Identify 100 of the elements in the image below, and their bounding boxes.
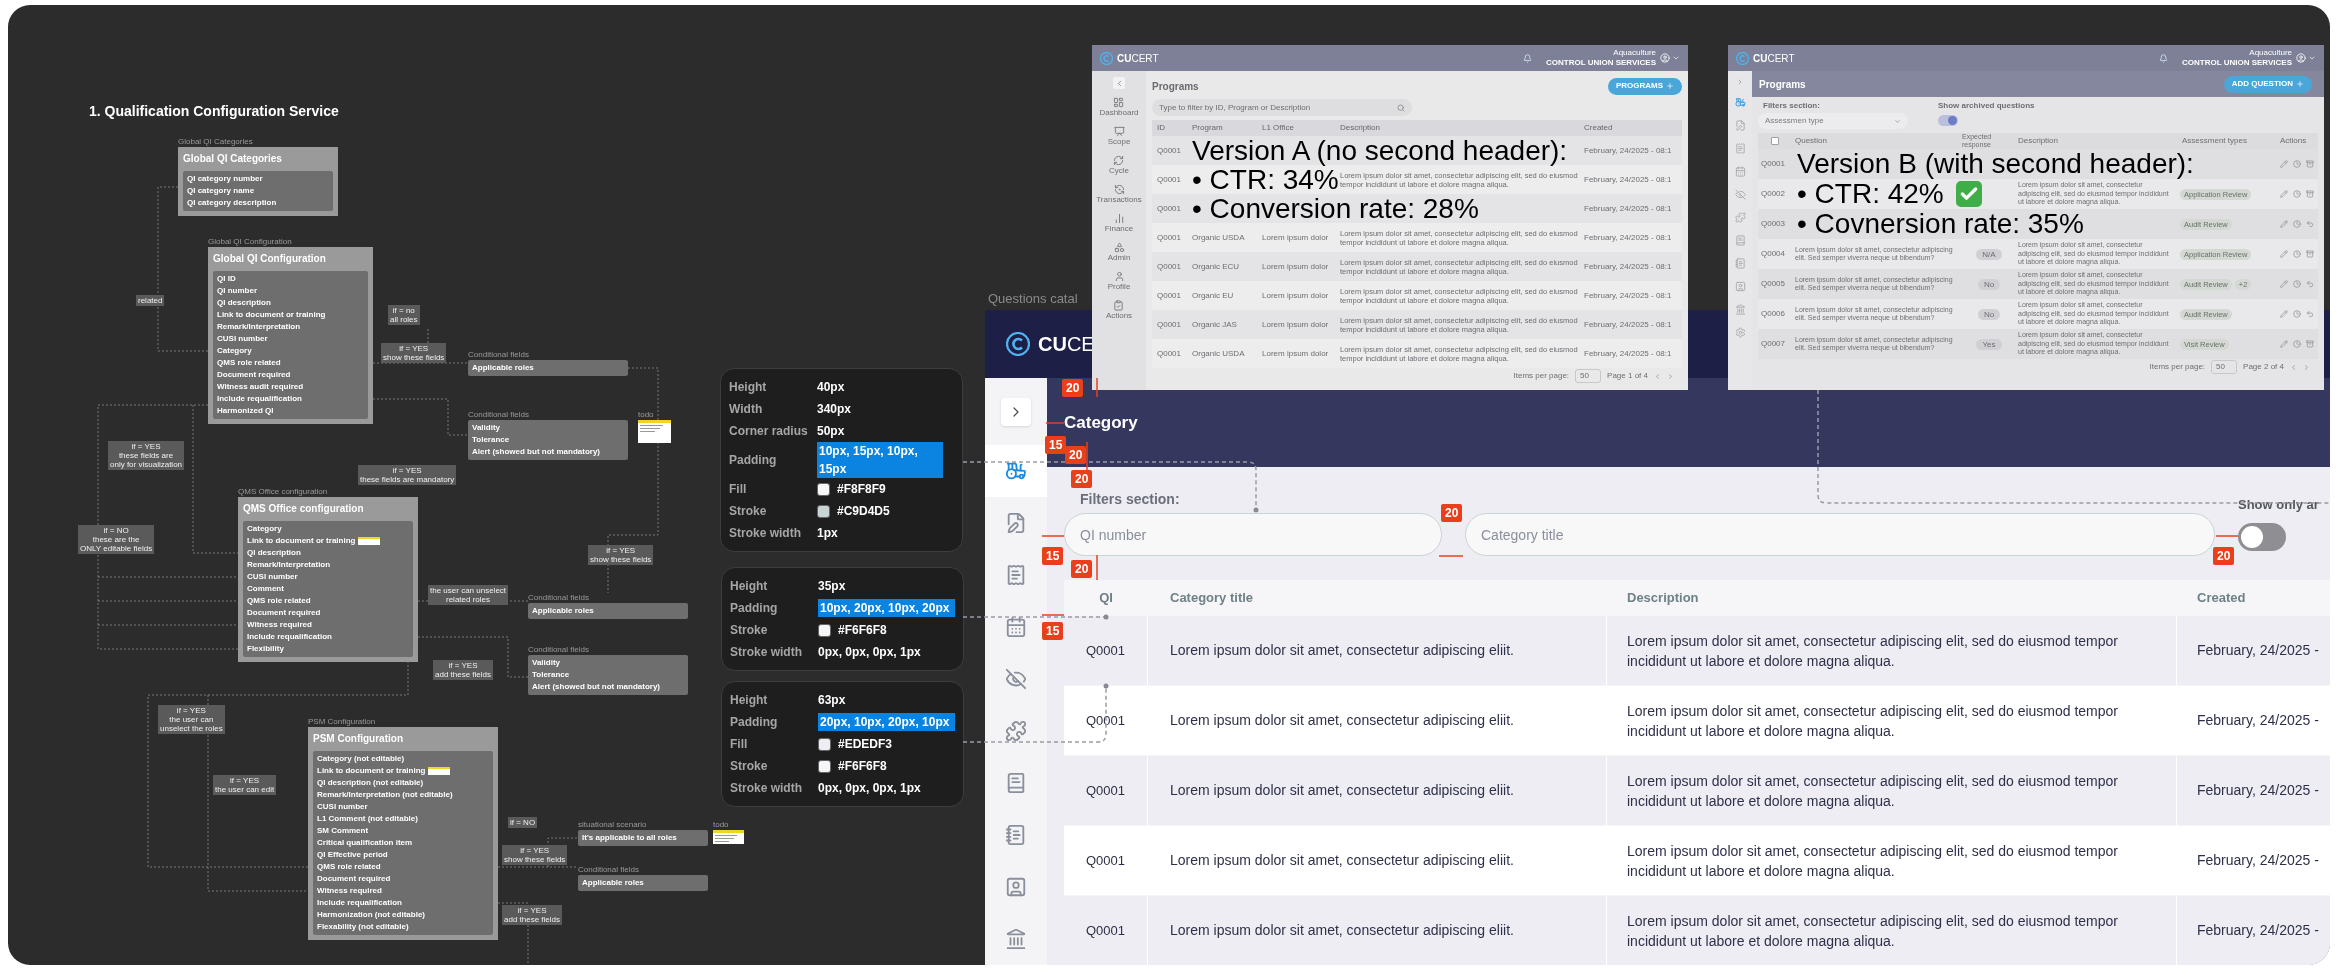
table-cell: February, 24/2025 - 08:1: [1584, 318, 1672, 331]
property-value: 35px: [818, 578, 846, 595]
nav-item[interactable]: Profile: [1107, 271, 1131, 292]
property-label: Stroke width: [730, 780, 803, 797]
field-label: Validity: [532, 657, 561, 669]
field-label: CUSI number: [247, 571, 298, 583]
field-label: SM Comment: [317, 825, 369, 837]
table-cell-text: Organic USDA: [1192, 347, 1246, 360]
table-cell-text: Lorem ipsum dolor sit amet, consectetur adipiscing eliit.: [1170, 781, 1514, 800]
nav-item[interactable]: Actions: [1105, 300, 1133, 321]
field-label: Include requalification: [247, 631, 332, 643]
property-label: Fill: [729, 481, 748, 498]
column-header: Description: [1626, 589, 1700, 608]
pagination-label: Items per page:: [2149, 361, 2206, 373]
table-cell-text: Lorem ipsum dolor: [1262, 318, 1330, 331]
field-label: Include requalification: [317, 897, 402, 909]
property-value: #C9D4D5: [837, 503, 890, 520]
field-label: It's applicable to all roles: [582, 832, 678, 844]
table-cell-text: February, 24/2025 -: [2197, 781, 2319, 800]
property-value: #F8F8F9: [837, 481, 886, 498]
add-button[interactable]: PROGRAMS: [1607, 77, 1682, 95]
nav-item[interactable]: Cycle: [1109, 155, 1129, 176]
table-cell-text: Lorem ipsum dolor sit amet, consectetur adipiscing elit, sed do eiusmod tempor incididunt ut labore et dolore magna aliqua.: [1627, 771, 2119, 811]
search-field[interactable]: Type to filter by ID, Program or Description: [1152, 99, 1412, 116]
search-field[interactable]: QI number: [1064, 513, 1442, 556]
property-label: Stroke: [730, 758, 769, 775]
table-cell-text: Q0001: [1085, 781, 1125, 800]
field-label: QI description (not editable): [317, 777, 424, 789]
property-label: Corner radius: [729, 423, 809, 440]
spacing-badge: 20: [1071, 560, 1093, 578]
nav-item[interactable]: Admin: [1107, 242, 1131, 263]
property-value: #F6F6F8: [838, 622, 887, 639]
table-cell-text: Q0001: [1156, 231, 1183, 244]
nav-item[interactable]: Transactions: [1096, 184, 1142, 205]
filters-label: Filters section:: [1079, 491, 1181, 507]
property-label: Padding: [729, 452, 778, 469]
field-label: Category: [217, 345, 252, 357]
field-label: Category (not editable): [317, 753, 405, 765]
response-tag: N/A: [1976, 248, 2002, 260]
connector-label: if = NO: [508, 817, 538, 828]
property-value: 0px, 0px, 0px, 1px: [818, 780, 921, 797]
table-cell-text: February, 24/2025 -: [2197, 641, 2319, 660]
table-cell-text: Lorem ipsum dolor sit amet, consectetur adipiscing elit, sed do eiusmod tempor incididunt ut labore et dolore magna aliqua.: [1627, 911, 2119, 951]
table-cell-text: Q0001: [1085, 711, 1125, 730]
field-label: Critical qualification item: [317, 837, 413, 849]
box-caption: QMS Office configuration: [238, 487, 329, 497]
nav-item[interactable]: Finance: [1104, 213, 1134, 234]
column-header: Description: [2017, 135, 2059, 147]
property-value: 50px: [817, 423, 845, 440]
column-header: Actions: [2279, 135, 2307, 147]
select-field[interactable]: Assessmen type: [1758, 113, 1908, 129]
add-button[interactable]: ADD QUESTION: [2223, 75, 2312, 93]
box-caption: Global QI Categories: [178, 137, 254, 147]
field-label: Document required: [217, 369, 291, 381]
field-label: Applicable roles: [532, 605, 595, 617]
account-name: Aquaculture: [1613, 48, 1656, 58]
column-header: Created: [1584, 122, 1613, 134]
field-label: Remark/Interpretation: [217, 321, 301, 333]
field-label: QMS role related: [317, 861, 381, 873]
table-cell: February, 24/2025 - 08:1: [1584, 347, 1672, 360]
table-cell-text: Q0006: [1760, 308, 1787, 320]
property-label: Height: [730, 578, 769, 595]
column-header: Category title: [1169, 589, 1255, 608]
page-size-select[interactable]: 50: [2211, 360, 2238, 374]
field-label: Link to document or training: [317, 765, 426, 777]
search-field[interactable]: Category title: [1465, 513, 2215, 556]
page-title: Category: [1064, 411, 1138, 434]
field-label: Harmonization (not editable): [317, 909, 425, 921]
connector-label: if = YES show these fields: [588, 545, 654, 565]
page-size-select[interactable]: 50: [1575, 369, 1602, 383]
spacing-badge: 15: [1042, 622, 1064, 640]
box-caption: Conditional fields: [468, 410, 530, 420]
property-label: Padding: [730, 714, 779, 731]
entity-title: PSM Configuration: [313, 732, 404, 746]
box-caption: todo: [713, 820, 730, 830]
spacing-badge: 20: [1071, 470, 1093, 488]
connector-label: if = YES show these fields: [381, 343, 447, 363]
nav-item[interactable]: Dashboard: [1099, 97, 1139, 118]
field-label: Witness required: [317, 885, 382, 897]
nav-item[interactable]: Scope: [1107, 126, 1131, 147]
field-label: Tolerance: [532, 669, 571, 681]
property-label: Height: [730, 692, 769, 709]
table-cell-text: Lorem ipsum dolor: [1262, 260, 1330, 273]
section-label: Questions catal: [988, 290, 1078, 308]
connector-label: if = YES the user can edit: [213, 775, 277, 795]
table-cell-text: Q0007: [1760, 338, 1787, 350]
table-cell-text: Q0001: [1156, 318, 1183, 331]
overlay-text: • Covnersion rate: 35%: [1797, 209, 2084, 239]
field-label: Include requalification: [217, 393, 302, 405]
table-cell-text: Organic EU: [1192, 289, 1235, 302]
field-label: Applicable roles: [472, 362, 535, 374]
property-label: Stroke width: [730, 644, 803, 661]
entity-title: Global QI Configuration: [213, 252, 327, 266]
table-cell-text: Q0001: [1085, 851, 1125, 870]
table-cell-text: February, 24/2025 -: [2197, 851, 2319, 870]
table-cell-text: Q0005: [1760, 278, 1787, 290]
field-label: Tolerance: [472, 434, 511, 446]
page-title: Programs: [1152, 79, 1199, 94]
property-value: 10px, 20px, 10px, 20px: [818, 599, 955, 617]
field-label: QI category number: [187, 173, 263, 185]
